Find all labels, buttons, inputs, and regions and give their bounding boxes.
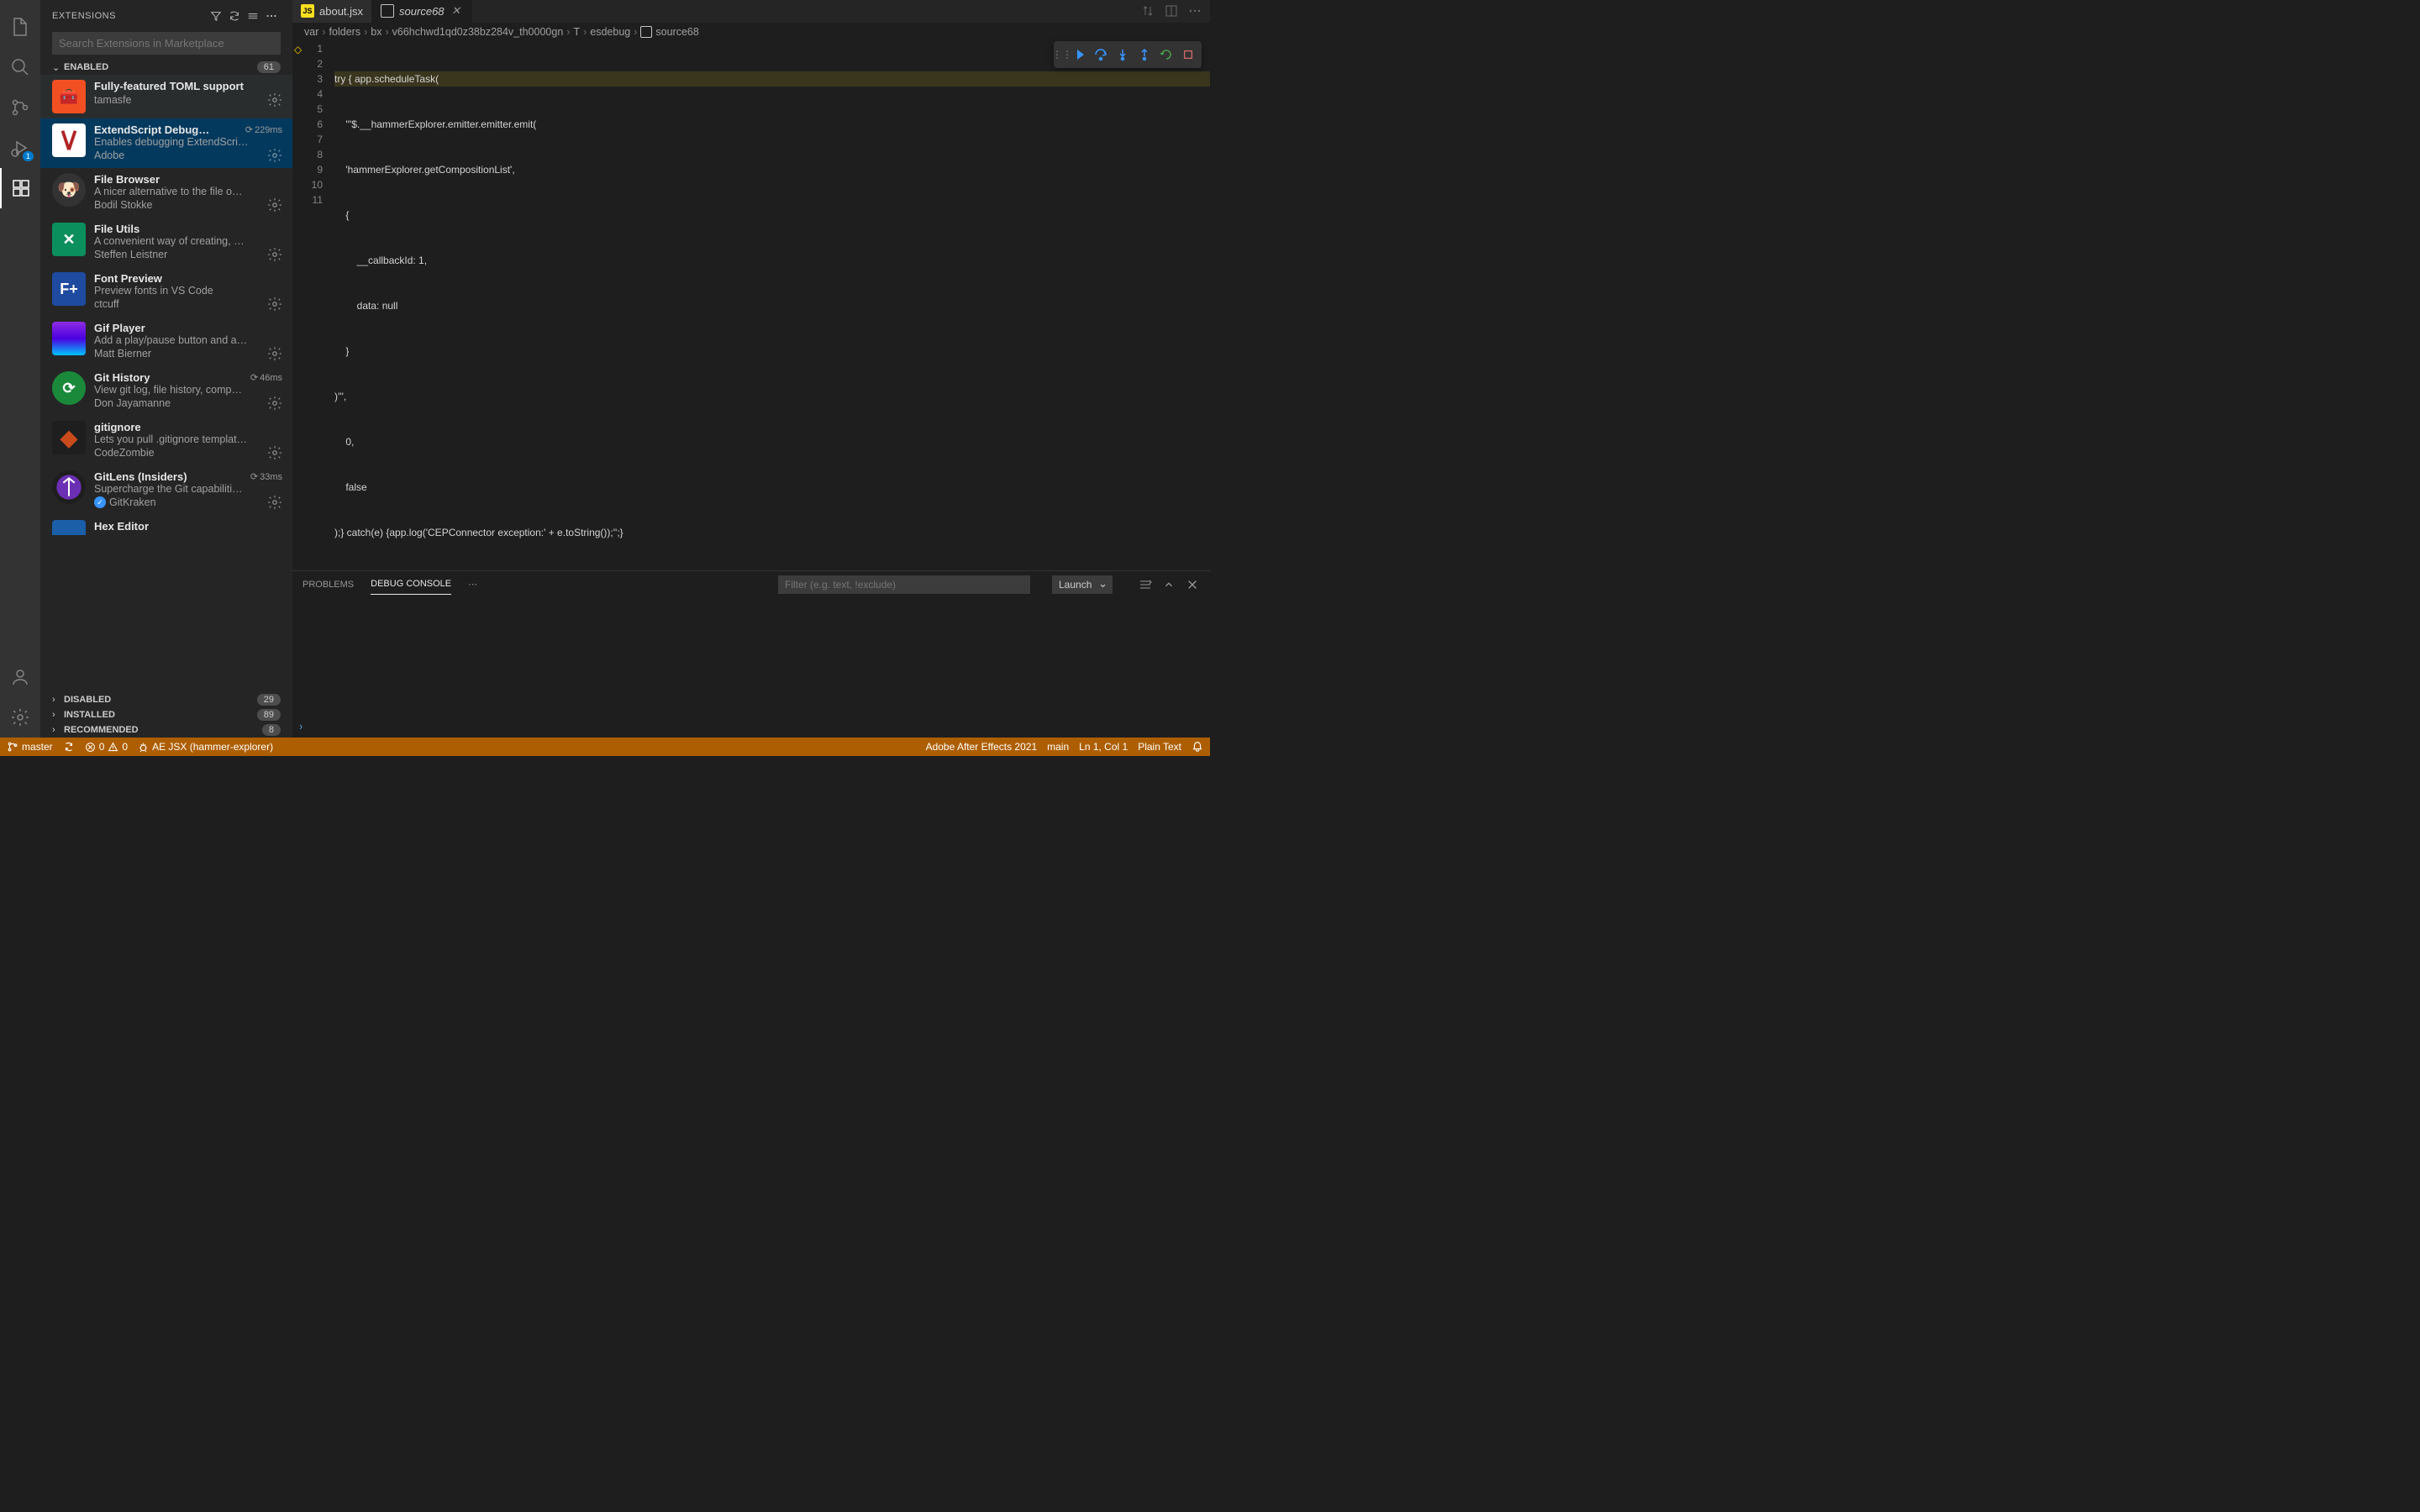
load-time: ⟳ 46ms [250, 372, 282, 383]
activity-bar: 1 [0, 0, 40, 738]
breadcrumb[interactable]: var› folders› bx› v66hchwd1qd0z38bz284v_… [292, 23, 1210, 41]
language-mode-status[interactable]: Plain Text [1138, 741, 1181, 753]
git-branch-status[interactable]: master [7, 741, 53, 753]
console-prompt-icon: › [299, 720, 302, 732]
stop-button[interactable] [1178, 45, 1198, 65]
tab-problems[interactable]: PROBLEMS [302, 575, 354, 595]
extension-item[interactable]: Gif Player Add a play/pause button and a… [40, 317, 292, 366]
gear-icon[interactable] [267, 396, 282, 411]
close-icon[interactable]: ✕ [450, 4, 463, 18]
compare-changes-icon[interactable] [1139, 3, 1156, 19]
debug-console-filter-input[interactable] [778, 575, 1030, 594]
step-over-button[interactable] [1091, 45, 1111, 65]
section-recommended[interactable]: › RECOMMENDED 8 [40, 722, 292, 738]
search-icon[interactable] [0, 47, 40, 87]
extension-item[interactable]: Hex Editor [40, 515, 292, 535]
line-numbers: 1234567891011 [292, 41, 334, 570]
extension-item[interactable]: ◆ gitignore Lets you pull .gitignore tem… [40, 416, 292, 465]
chevron-right-icon: › [52, 695, 64, 705]
extension-item[interactable]: GitLens (Insiders) ⟳ 33ms Supercharge th… [40, 465, 292, 515]
js-file-icon: JS [301, 4, 314, 18]
breakpoint-glyph[interactable]: ◇ [294, 42, 302, 57]
extension-item[interactable]: ⟳ Git History ⟳ 46ms View git log, file … [40, 366, 292, 416]
load-time: ⟳ 33ms [250, 471, 282, 482]
step-into-button[interactable] [1113, 45, 1133, 65]
sidebar-title: EXTENSIONS [52, 11, 207, 21]
filter-icon[interactable] [207, 7, 225, 25]
panel-more-icon[interactable]: ⋯ [468, 574, 477, 595]
gear-icon[interactable] [267, 247, 282, 262]
extension-item[interactable]: ExtendScript Debug… ⟳ 229ms Enables debu… [40, 118, 292, 168]
run-debug-icon[interactable]: 1 [0, 128, 40, 168]
extension-item[interactable]: 🐶 File Browser A nicer alternative to th… [40, 168, 292, 218]
extension-item[interactable]: F+ Font Preview Preview fonts in VS Code… [40, 267, 292, 317]
split-editor-icon[interactable] [1163, 3, 1180, 19]
debug-mode-status[interactable]: main [1047, 741, 1069, 753]
restart-button[interactable] [1156, 45, 1176, 65]
tab-debug-console[interactable]: DEBUG CONSOLE [371, 574, 451, 595]
load-time: ⟳ 229ms [245, 124, 282, 135]
section-enabled[interactable]: ⌄ ENABLED 61 [40, 60, 292, 75]
section-disabled[interactable]: › DISABLED 29 [40, 692, 292, 707]
problems-status[interactable]: 0 0 [85, 741, 128, 753]
refresh-icon[interactable] [225, 7, 244, 25]
close-panel-icon[interactable] [1185, 577, 1200, 592]
source-control-icon[interactable] [0, 87, 40, 128]
gear-icon[interactable] [267, 148, 282, 163]
settings-gear-icon[interactable] [0, 697, 40, 738]
notifications-icon[interactable] [1192, 741, 1203, 753]
tab-source68[interactable]: source68 ✕ [372, 0, 471, 23]
more-icon[interactable] [262, 7, 281, 25]
clear-icon[interactable] [244, 7, 262, 25]
status-bar: master 0 0 AE JSX (hammer-explorer) Adob… [0, 738, 1210, 756]
clear-console-icon[interactable] [1138, 577, 1153, 592]
extensions-list: 🧰 Fully-featured TOML support tamasfe Ex… [40, 75, 292, 692]
debug-task-status[interactable]: AE JSX (hammer-explorer) [138, 741, 273, 753]
chevron-right-icon: › [52, 725, 64, 735]
sync-status[interactable] [63, 741, 75, 753]
extensions-search-input[interactable] [52, 32, 281, 55]
debug-target-status[interactable]: Adobe After Effects 2021 [926, 741, 1038, 753]
debug-toolbar[interactable]: ⋮⋮ [1054, 41, 1202, 68]
file-icon [640, 26, 652, 38]
gear-icon[interactable] [267, 445, 282, 460]
gear-icon[interactable] [267, 197, 282, 213]
code-content[interactable]: try { app.scheduleTask( '''$.__hammerExp… [334, 41, 1210, 570]
extensions-sidebar: EXTENSIONS ⌄ ENABLED 61 🧰 Fully-featured… [40, 0, 292, 738]
explorer-icon[interactable] [0, 7, 40, 47]
tab-about-jsx[interactable]: JS about.jsx [292, 0, 372, 23]
more-actions-icon[interactable] [1186, 3, 1203, 19]
collapse-panel-icon[interactable] [1161, 577, 1176, 592]
chevron-right-icon: › [52, 710, 64, 720]
debug-console-body[interactable]: › [292, 598, 1210, 738]
bottom-panel: PROBLEMS DEBUG CONSOLE ⋯ Launch › [292, 570, 1210, 738]
gear-icon[interactable] [267, 92, 282, 108]
extensions-icon[interactable] [0, 168, 40, 208]
chevron-down-icon: ⌄ [52, 62, 64, 73]
code-editor[interactable]: ◇ 1234567891011 try { app.scheduleTask( … [292, 41, 1210, 570]
debug-session-select[interactable]: Launch [1052, 575, 1113, 594]
verified-icon: ✓ [94, 496, 106, 508]
extension-item[interactable]: ✕ File Utils A convenient way of creatin… [40, 218, 292, 267]
gear-icon[interactable] [267, 495, 282, 510]
section-installed[interactable]: › INSTALLED 89 [40, 707, 292, 722]
step-out-button[interactable] [1134, 45, 1155, 65]
editor-area: JS about.jsx source68 ✕ var› folders› bx… [292, 0, 1210, 738]
drag-handle-icon[interactable]: ⋮⋮ [1057, 45, 1067, 65]
cursor-position-status[interactable]: Ln 1, Col 1 [1079, 741, 1128, 753]
gear-icon[interactable] [267, 297, 282, 312]
debug-badge: 1 [23, 151, 34, 161]
accounts-icon[interactable] [0, 657, 40, 697]
file-icon [381, 4, 394, 18]
gear-icon[interactable] [267, 346, 282, 361]
editor-tabs: JS about.jsx source68 ✕ [292, 0, 1210, 23]
extension-item[interactable]: 🧰 Fully-featured TOML support tamasfe [40, 75, 292, 118]
